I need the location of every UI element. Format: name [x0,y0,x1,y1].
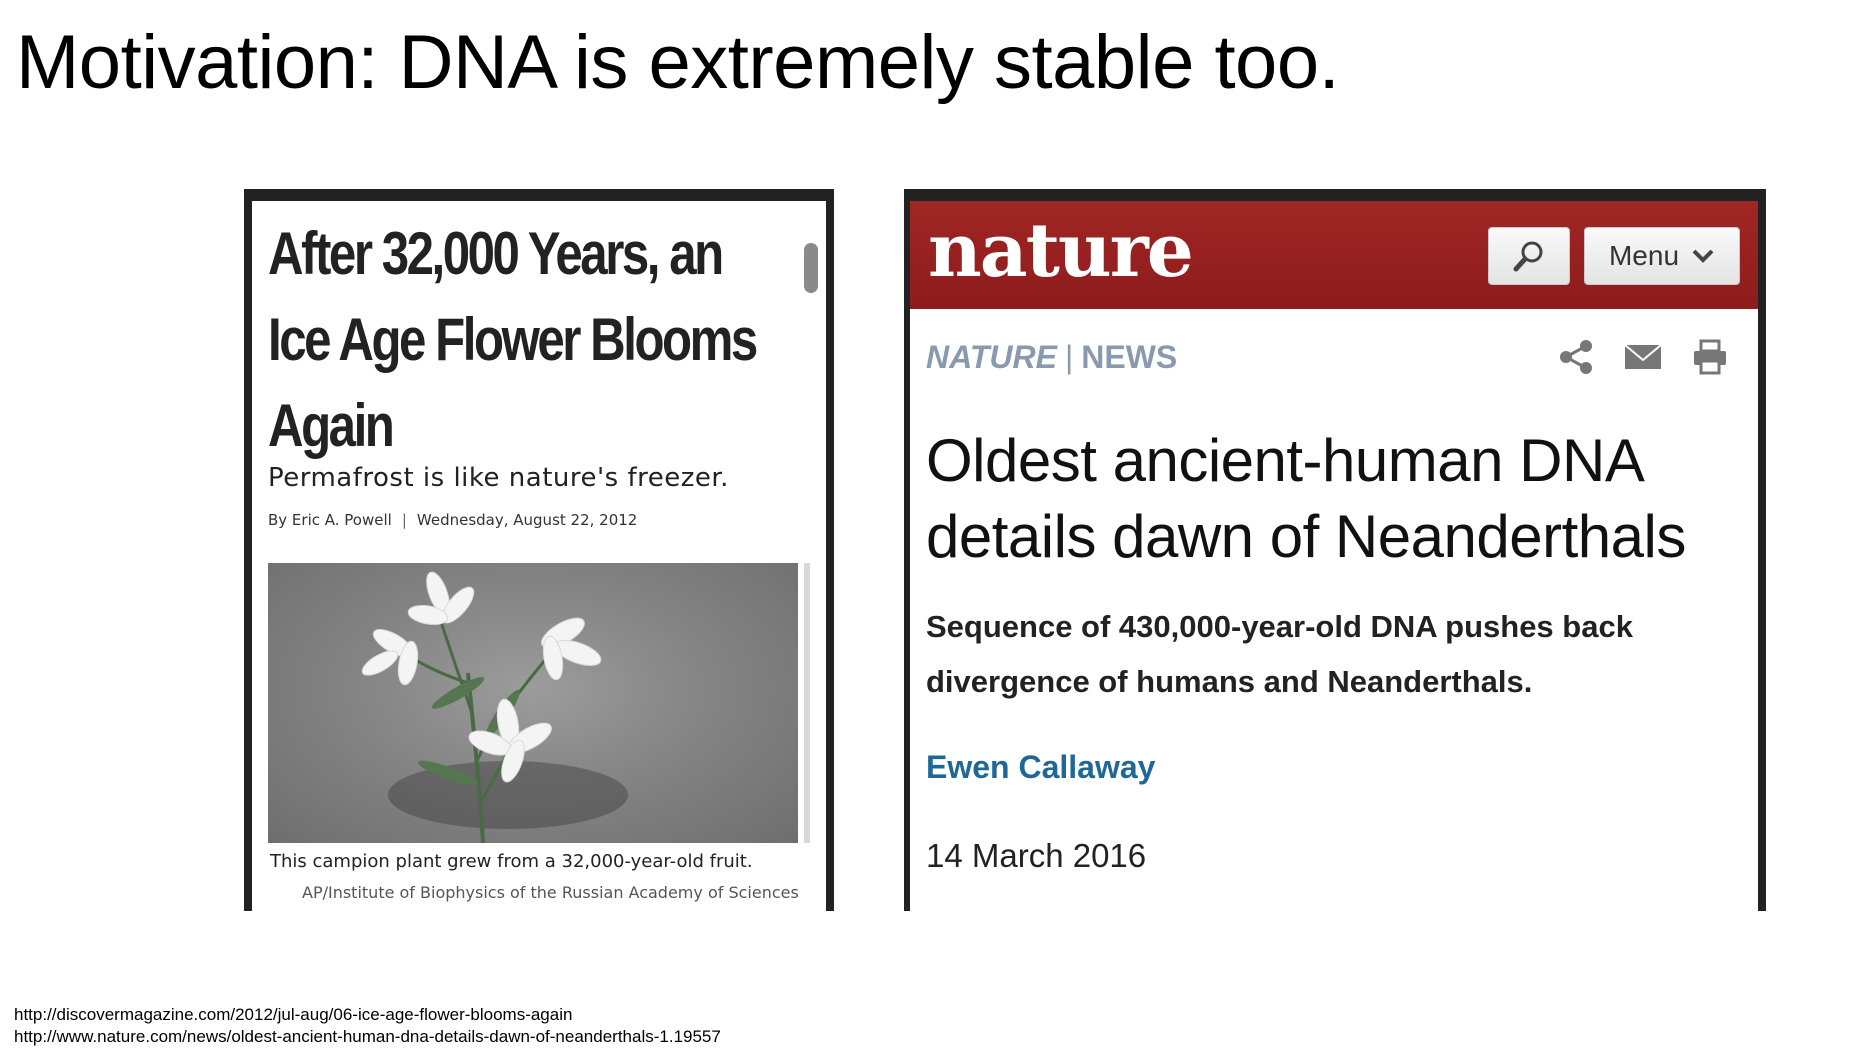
section-separator: | [1064,339,1074,375]
discover-author[interactable]: By Eric A. Powell [268,511,392,529]
source-urls: http://discovermagazine.com/2012/jul-aug… [14,1004,721,1048]
nature-header: nature Menu [910,201,1758,309]
share-icon[interactable] [1558,339,1594,375]
discover-subhead: Permafrost is like nature's freezer. [268,463,729,493]
discover-article-page: After 32,000 Years, an Ice Age Flower Bl… [252,201,826,911]
source-url-nature[interactable]: http://www.nature.com/news/oldest-ancien… [14,1026,721,1048]
search-icon [1513,241,1543,272]
nature-author-link[interactable]: Ewen Callaway [926,749,1155,786]
nature-article-page: nature Menu NATURE | NEWS Oldest ancient… [910,201,1758,911]
photo-edge [804,563,810,843]
slide-title: Motivation: DNA is extremely stable too. [16,20,1340,105]
nature-article-screenshot: nature Menu NATURE | NEWS Oldest ancient… [904,189,1766,911]
nature-standfirst: Sequence of 430,000-year-old DNA pushes … [926,609,1633,699]
search-button[interactable] [1488,227,1570,285]
discover-date: Wednesday, August 22, 2012 [416,511,638,529]
discover-article-screenshot: After 32,000 Years, an Ice Age Flower Bl… [244,189,834,911]
campion-flower-photo [268,563,798,843]
section-breadcrumb: NATURE | NEWS [926,339,1177,376]
byline-separator: | [401,511,407,529]
email-icon[interactable] [1624,342,1662,372]
nature-logo[interactable]: nature [928,211,1194,291]
campion-flower-illustration [361,571,628,843]
scrollbar-thumb[interactable] [804,243,818,293]
share-toolbar [1558,339,1728,375]
menu-button[interactable]: Menu [1584,227,1740,285]
image-caption: This campion plant grew from a 32,000-ye… [270,851,753,872]
print-icon[interactable] [1692,339,1728,375]
source-url-discover[interactable]: http://discovermagazine.com/2012/jul-aug… [14,1004,721,1026]
discover-headline[interactable]: After 32,000 Years, an Ice Age Flower Bl… [268,211,793,469]
chevron-down-icon [1692,249,1714,263]
section-brand[interactable]: NATURE [926,339,1057,375]
menu-label: Menu [1608,240,1680,271]
image-credit: AP/Institute of Biophysics of the Russia… [302,883,799,902]
nature-headline: Oldest ancient-human DNA details dawn of… [926,427,1686,570]
section-news[interactable]: NEWS [1081,339,1177,375]
nature-date: 14 March 2016 [926,837,1147,874]
discover-byline: By Eric A. Powell | Wednesday, August 22, … [268,511,637,529]
